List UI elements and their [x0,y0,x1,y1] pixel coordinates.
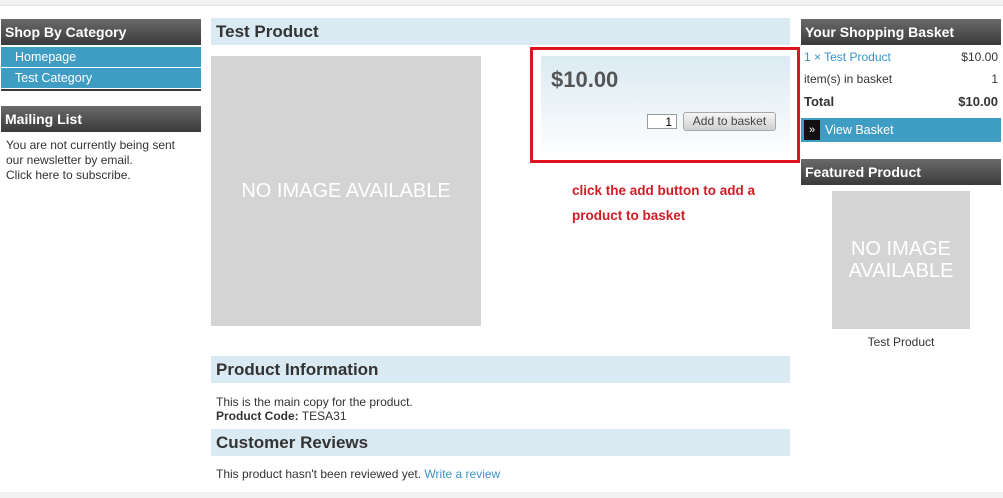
featured-image-placeholder: NO IMAGE AVAILABLE [832,191,970,329]
featured-product-title: Featured Product [801,159,1001,185]
basket-item-price: $10.00 [961,50,998,64]
category-link-test-category[interactable]: Test Category [1,68,201,89]
subscribe-link[interactable]: Click here to subscribe. [6,168,201,183]
bottom-rule [0,492,1003,498]
reviews-row: This product hasn't been reviewed yet. W… [216,467,776,482]
product-information-title: Product Information [211,356,790,383]
view-basket-label: View Basket [825,123,894,137]
mailing-text-line1: You are not currently being sent [6,138,176,152]
basket-count-value: 1 [991,72,998,86]
product-copy: This is the main copy for the product. [216,395,413,409]
write-review-link[interactable]: Write a review [424,467,500,481]
category-box-title: Shop By Category [1,19,201,45]
featured-image-text-line1: NO IMAGE [850,238,951,260]
basket-total-value: $10.00 [958,94,998,109]
product-title: Test Product [211,18,790,45]
annotation-line1: click the add button to add a [572,183,756,198]
category-link-homepage[interactable]: Homepage [1,47,201,68]
product-code-value: TESA31 [301,409,347,423]
view-basket-button[interactable]: » View Basket [801,118,1001,142]
top-rule [0,0,1003,6]
product-image-text: NO IMAGE AVAILABLE [241,179,451,202]
featured-image-text-line2: AVAILABLE [848,260,954,282]
mailing-text-line2: our newsletter by email. [6,153,133,167]
reviews-empty-text: This product hasn't been reviewed yet. [216,467,422,481]
double-chevron-icon: » [804,120,820,140]
category-box-bottom-rule [1,89,201,91]
customer-reviews-title: Customer Reviews [211,429,790,456]
mailing-list-title: Mailing List [1,106,201,132]
product-code-row: Product Code: TESA31 [216,409,776,424]
annotation-line2: product to basket [572,208,686,223]
product-code-label: Product Code: [216,409,299,423]
highlight-frame [530,47,800,163]
basket-title: Your Shopping Basket [801,19,1001,45]
product-image-placeholder: NO IMAGE AVAILABLE [211,56,481,326]
featured-product-link[interactable]: Test Product [832,335,970,350]
